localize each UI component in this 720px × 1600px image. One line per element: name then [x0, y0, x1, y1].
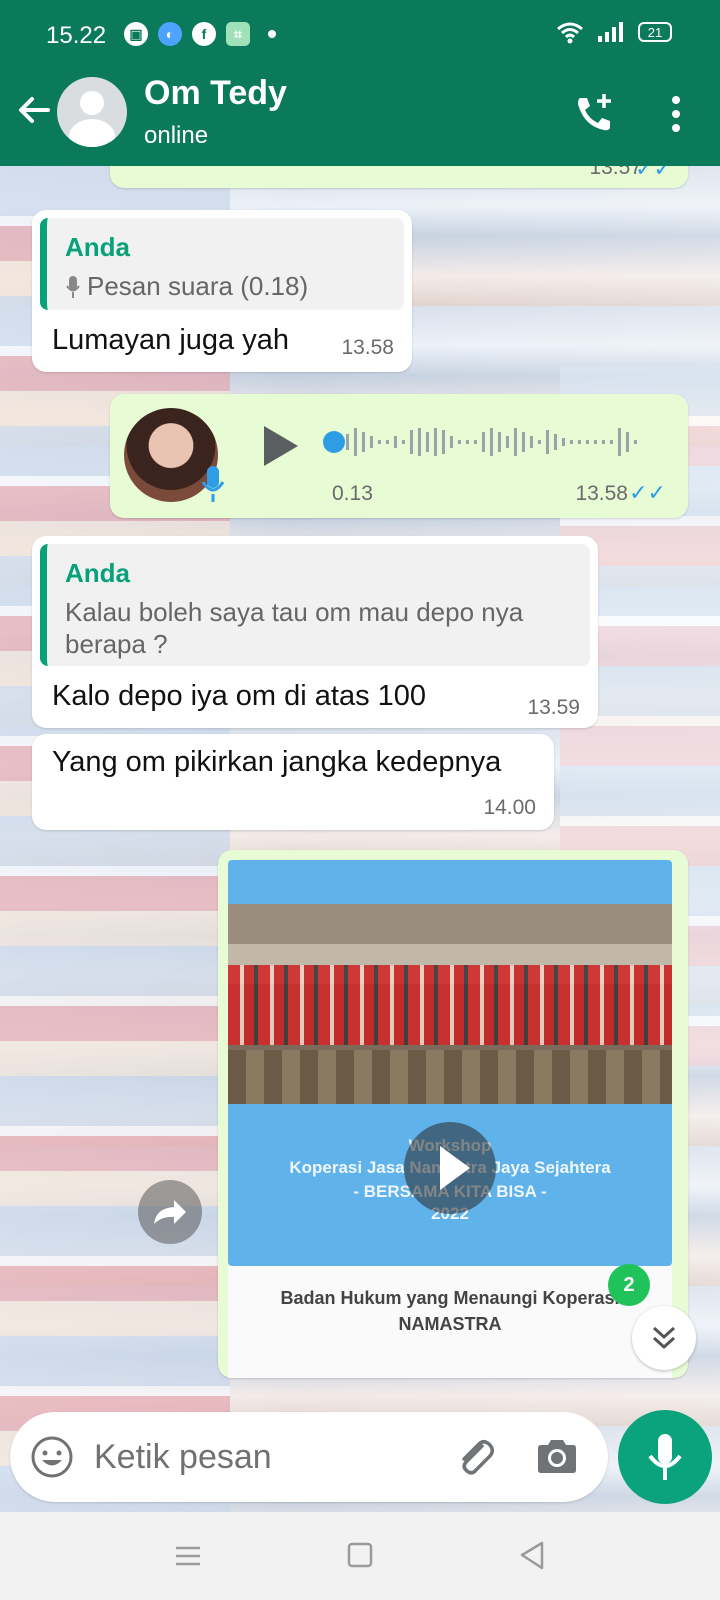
quoted-message[interactable]: Anda Pesan suara (0.18) [40, 218, 404, 310]
voice-message-bubble[interactable]: 0.13 13.58 ✓✓ [110, 394, 688, 518]
video-play-icon[interactable] [404, 1122, 496, 1214]
message-composer [10, 1412, 608, 1502]
attach-icon[interactable] [452, 1434, 498, 1480]
battery-level: 21 [647, 24, 663, 40]
scroll-down-button[interactable] [632, 1306, 696, 1370]
emoji-icon[interactable] [30, 1435, 74, 1479]
voice-progress-handle [323, 431, 345, 453]
avatar[interactable] [57, 77, 127, 147]
status-time: 15.22 [46, 22, 107, 49]
quote-text-line2: berapa ? [65, 629, 168, 659]
wifi-icon [557, 22, 583, 44]
mic-small-icon [66, 275, 80, 298]
voice-duration: 0.13 [332, 482, 373, 505]
message-input[interactable] [94, 1434, 424, 1480]
home-icon[interactable] [340, 1538, 380, 1574]
facebook-icon: f [192, 22, 216, 46]
more-vert-icon[interactable] [664, 92, 688, 136]
message-time: 13.57 [589, 166, 642, 179]
message-bubble-previous[interactable]: 13.57 ✓✓ [110, 166, 688, 188]
message-bubble-incoming[interactable]: Anda Kalau boleh saya tau om mau depo ny… [32, 536, 598, 728]
quote-text: Pesan suara (0.18) [87, 271, 309, 301]
video-caption-line1: Badan Hukum yang Menaungi Koperasi [280, 1288, 620, 1308]
chat-header: Om Tedy online [0, 70, 720, 166]
contact-status: online [144, 122, 209, 149]
video-caption-line2: NAMASTRA [398, 1314, 502, 1334]
avatar-placeholder-icon [80, 91, 104, 115]
notification-icons: ▣ ◐ f ⌗ [124, 22, 276, 46]
system-nav-bar [0, 1512, 720, 1600]
back-arrow-icon[interactable] [14, 90, 54, 130]
status-bar: 15.22 ▣ ◐ f ⌗ 21 [0, 0, 720, 70]
quote-author: Anda [65, 558, 130, 588]
menu-icon[interactable] [168, 1538, 208, 1574]
dot-icon [268, 30, 276, 38]
message-time: 13.58 [575, 482, 628, 505]
camera-icon[interactable] [534, 1434, 580, 1480]
unread-badge: 2 [608, 1264, 650, 1306]
system-icons: 21 [556, 20, 672, 44]
voice-record-button[interactable] [618, 1410, 712, 1504]
message-text: Yang om pikirkan jangka kedepnya [52, 746, 502, 778]
back-icon[interactable] [512, 1538, 552, 1574]
signal-icon [598, 22, 623, 42]
forward-button[interactable] [138, 1180, 202, 1244]
quote-author: Anda [65, 232, 130, 262]
chat-area[interactable]: 13.57 ✓✓ Anda Pesan suara (0.18) Lumayan… [0, 166, 720, 1512]
message-time: 13.58 [341, 336, 394, 359]
message-time: 13.59 [527, 696, 580, 719]
message-bubble-incoming[interactable]: Anda Pesan suara (0.18) Lumayan juga yah… [32, 210, 412, 372]
play-icon[interactable] [260, 424, 300, 468]
contact-name[interactable]: Om Tedy [144, 74, 287, 113]
message-time: 14.00 [483, 796, 536, 819]
app-icon: ⌗ [226, 22, 250, 46]
video-thumbnail[interactable]: Workshop Koperasi Jasa Namastra Jaya Sej… [228, 860, 672, 1266]
double-chevron-down-icon [652, 1326, 676, 1350]
video-caption: Badan Hukum yang Menaungi Koperasi NAMAS… [228, 1266, 672, 1378]
quote-text-line1: Kalau boleh saya tau om mau depo nya [65, 597, 524, 627]
read-ticks-icon: ✓✓ [635, 166, 672, 181]
calendar-icon: ▣ [124, 22, 148, 46]
browser-icon: ◐ [158, 22, 182, 46]
mic-icon [201, 466, 225, 502]
battery-icon: 21 [638, 22, 672, 42]
mic-icon [648, 1434, 682, 1480]
quoted-message[interactable]: Anda Kalau boleh saya tau om mau depo ny… [40, 544, 590, 666]
read-ticks-icon: ✓✓ [629, 480, 666, 505]
forward-icon [154, 1200, 186, 1224]
voice-waveform[interactable] [322, 420, 652, 464]
message-text: Lumayan juga yah [52, 324, 289, 356]
add-call-icon[interactable] [570, 90, 618, 138]
message-text: Kalo depo iya om di atas 100 [52, 680, 427, 712]
message-bubble-incoming[interactable]: Yang om pikirkan jangka kedepnya 14.00 [32, 734, 554, 830]
